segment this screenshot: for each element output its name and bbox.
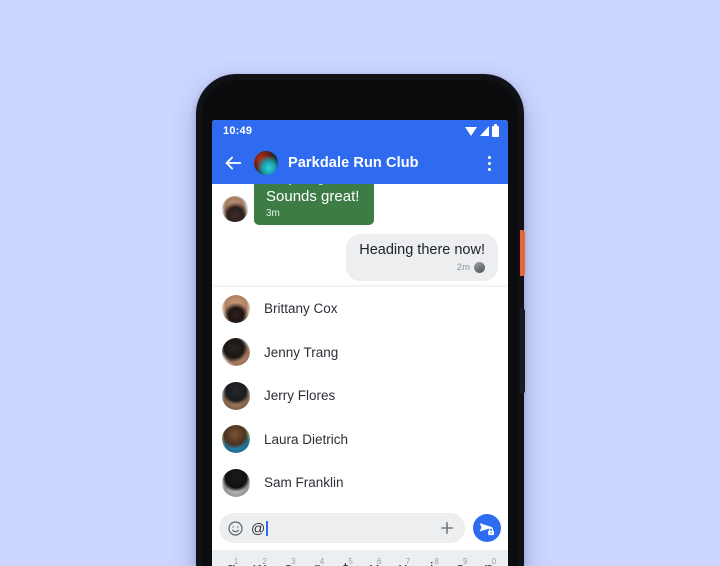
- back-arrow-icon[interactable]: [222, 152, 244, 174]
- message-text: Heading there now!: [359, 242, 485, 258]
- key-i[interactable]: 8 i: [418, 557, 446, 566]
- app-bar: Parkdale Run Club: [212, 142, 508, 184]
- avatar: [222, 196, 248, 222]
- key-number: 1: [233, 557, 239, 566]
- mention-name: Laura Dietrich: [264, 431, 349, 447]
- overflow-menu-icon[interactable]: [478, 152, 500, 174]
- volume-rocker-button[interactable]: [520, 308, 525, 394]
- key-p[interactable]: 0 p: [475, 557, 503, 566]
- mention-name: Jerry Flores: [264, 388, 336, 404]
- mention-name: Jenny Trang: [264, 344, 339, 360]
- text-caret: [266, 520, 268, 536]
- composer-text: @: [251, 520, 268, 537]
- phone-screen: 10:49 Parkdale Run Club Sounds great! 3m…: [212, 120, 508, 566]
- key-y[interactable]: 6 y: [360, 557, 388, 566]
- key-w[interactable]: 2 w: [246, 557, 274, 566]
- key-number: 3: [291, 557, 296, 566]
- key-number: 0: [491, 557, 497, 566]
- message-text: Sounds great!: [266, 188, 360, 205]
- on-screen-keyboard[interactable]: 1 q 2 w 3 e 4 r: [212, 550, 508, 566]
- message-sender: Jenny Trang: [266, 184, 362, 186]
- mention-name: Sam Franklin: [264, 475, 344, 491]
- list-item[interactable]: Jenny Trang: [212, 331, 508, 375]
- keyboard-row-top: 1 q 2 w 3 e 4 r: [212, 557, 508, 566]
- message-timestamp: 2m: [456, 262, 470, 273]
- battery-icon: [492, 123, 499, 137]
- conversation-thread[interactable]: Jenny Trang Sounds great! 3m Heading the…: [212, 184, 508, 287]
- key-number: 4: [319, 557, 325, 566]
- list-item[interactable]: Sam Franklin: [212, 461, 508, 505]
- plus-icon[interactable]: [438, 519, 456, 537]
- key-e[interactable]: 3 e: [274, 557, 302, 566]
- avatar: [222, 338, 250, 367]
- message-bubble-outgoing[interactable]: Heading there now! 2m: [346, 234, 498, 281]
- list-item[interactable]: Brittany Cox: [212, 287, 508, 331]
- message-bubble-incoming[interactable]: Jenny Trang Sounds great! 3m: [254, 184, 374, 225]
- composer-text-value: @: [251, 519, 266, 536]
- message-input-field[interactable]: @: [219, 513, 465, 543]
- mention-name: Brittany Cox: [264, 301, 338, 317]
- avatar: [222, 294, 250, 323]
- avatar: [222, 468, 250, 497]
- key-t[interactable]: 5 t: [332, 557, 360, 566]
- phone-device: 10:49 Parkdale Run Club Sounds great! 3m…: [196, 74, 525, 566]
- key-letter: i: [430, 559, 434, 566]
- power-button[interactable]: [520, 230, 525, 276]
- key-q[interactable]: 1 q: [217, 557, 245, 566]
- screenshot-canvas: 10:49 Parkdale Run Club Sounds great! 3m…: [0, 0, 720, 566]
- key-number: 8: [434, 557, 439, 566]
- key-number: 9: [463, 557, 468, 566]
- group-avatar[interactable]: [254, 151, 278, 175]
- avatar: [222, 381, 250, 410]
- message-row-incoming: Jenny Trang Sounds great! 3m: [212, 184, 508, 225]
- message-composer: @: [212, 506, 508, 550]
- wifi-icon: [465, 126, 477, 136]
- key-number: 2: [262, 557, 267, 566]
- key-number: 5: [348, 557, 353, 566]
- key-o[interactable]: 9 o: [446, 557, 474, 566]
- message-timestamp: 3m: [266, 208, 280, 219]
- message-row-outgoing: Heading there now! 2m: [212, 234, 508, 281]
- status-bar: 10:49: [212, 120, 508, 142]
- mention-suggestion-list[interactable]: Brittany Cox Jenny Trang Jerry Flores La…: [212, 287, 508, 536]
- message-meta: 2m: [359, 262, 485, 273]
- avatar: [222, 425, 250, 454]
- key-r[interactable]: 4 r: [303, 557, 331, 566]
- page-title: Parkdale Run Club: [288, 155, 419, 171]
- list-item[interactable]: Laura Dietrich: [212, 418, 508, 462]
- key-number: 7: [405, 557, 411, 566]
- key-u[interactable]: 7 u: [389, 557, 417, 566]
- send-button[interactable]: [473, 514, 501, 542]
- key-number: 6: [377, 557, 382, 566]
- read-receipt-avatar: [474, 262, 485, 273]
- status-bar-time: 10:49: [223, 125, 253, 137]
- cell-signal-icon: [480, 126, 489, 136]
- send-encrypted-icon: [479, 523, 494, 536]
- emoji-smiley-icon[interactable]: [227, 520, 244, 537]
- list-item[interactable]: Jerry Flores: [212, 374, 508, 418]
- status-bar-icons: [465, 123, 499, 137]
- key-letter: t: [343, 559, 348, 566]
